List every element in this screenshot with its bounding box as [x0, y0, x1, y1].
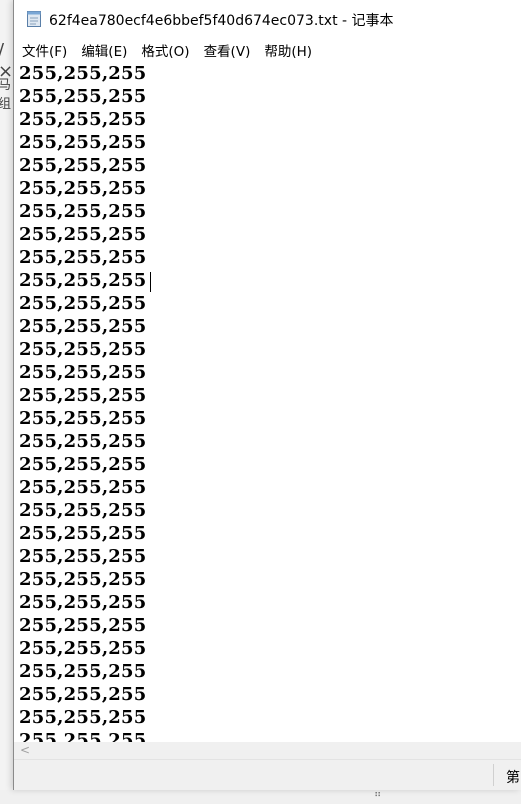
text-line: 255,255,255	[19, 431, 147, 452]
window-title: 62f4ea780ecf4e6bbef5f40d674ec073.txt - 记…	[49, 13, 394, 29]
status-divider	[493, 764, 494, 786]
text-line: 255,255,255	[19, 109, 147, 130]
text-line: 255,255,255	[19, 546, 147, 567]
text-line: 255,255,255	[19, 730, 147, 742]
text-line: 255,255,255	[19, 86, 147, 107]
notepad-document-icon	[27, 11, 41, 27]
text-caret	[150, 272, 151, 292]
text-lines: 255,255,255 255,255,255 255,255,255 255,255…	[19, 62, 146, 742]
text-line: 255,255,255	[19, 132, 147, 153]
status-bar: 第	[14, 759, 521, 790]
menu-view[interactable]: 查看(V)	[198, 38, 257, 62]
scroll-left-arrow-icon[interactable]: <	[18, 742, 32, 759]
desktop-bottom-strip	[0, 790, 521, 804]
text-line: 255,255,255	[19, 569, 147, 590]
text-line: 255,255,255	[19, 293, 147, 314]
text-line: 255,255,255	[19, 707, 147, 728]
text-line: 255,255,255	[19, 592, 147, 613]
background-window-strip: /× 马组	[0, 0, 14, 804]
text-line: 255,255,255	[19, 684, 147, 705]
text-line: 255,255,255	[19, 408, 147, 429]
text-line: 255,255,255	[19, 339, 147, 360]
text-line: 255,255,255	[19, 247, 147, 268]
title-bar[interactable]: 62f4ea780ecf4e6bbef5f40d674ec073.txt - 记…	[14, 0, 521, 38]
text-line: 255,255,255	[19, 615, 147, 636]
text-line: 255,255,255	[19, 316, 147, 337]
text-line: 255,255,255	[19, 201, 147, 222]
text-line: 255,255,255	[19, 178, 147, 199]
text-line: 255,255,255	[19, 661, 147, 682]
menu-bar: 文件(F) 编辑(E) 格式(O) 查看(V) 帮助(H)	[14, 38, 521, 62]
menu-help[interactable]: 帮助(H)	[258, 38, 318, 62]
resize-grip-icon[interactable]: ⠶	[374, 789, 381, 800]
text-line: 255,255,255	[19, 385, 147, 406]
text-line: 255,255,255	[19, 454, 147, 475]
background-fragment-label: 马组	[0, 78, 12, 112]
menu-file[interactable]: 文件(F)	[16, 38, 73, 62]
menu-format[interactable]: 格式(O)	[135, 38, 195, 62]
notepad-window: 62f4ea780ecf4e6bbef5f40d674ec073.txt - 记…	[13, 0, 521, 790]
text-editor-area[interactable]: 255,255,255 255,255,255 255,255,255 255,255…	[14, 62, 521, 742]
status-cursor-position: 第	[506, 770, 520, 786]
text-line: 255,255,255	[19, 270, 147, 291]
horizontal-scrollbar[interactable]: <	[14, 742, 521, 759]
text-line: 255,255,255	[19, 224, 147, 245]
menu-edit[interactable]: 编辑(E)	[75, 38, 133, 62]
text-line: 255,255,255	[19, 155, 147, 176]
text-line: 255,255,255	[19, 500, 147, 521]
text-line: 255,255,255	[19, 362, 147, 383]
text-line: 255,255,255	[19, 523, 147, 544]
text-line: 255,255,255	[19, 63, 147, 84]
text-line: 255,255,255	[19, 477, 147, 498]
text-line: 255,255,255	[19, 638, 147, 659]
